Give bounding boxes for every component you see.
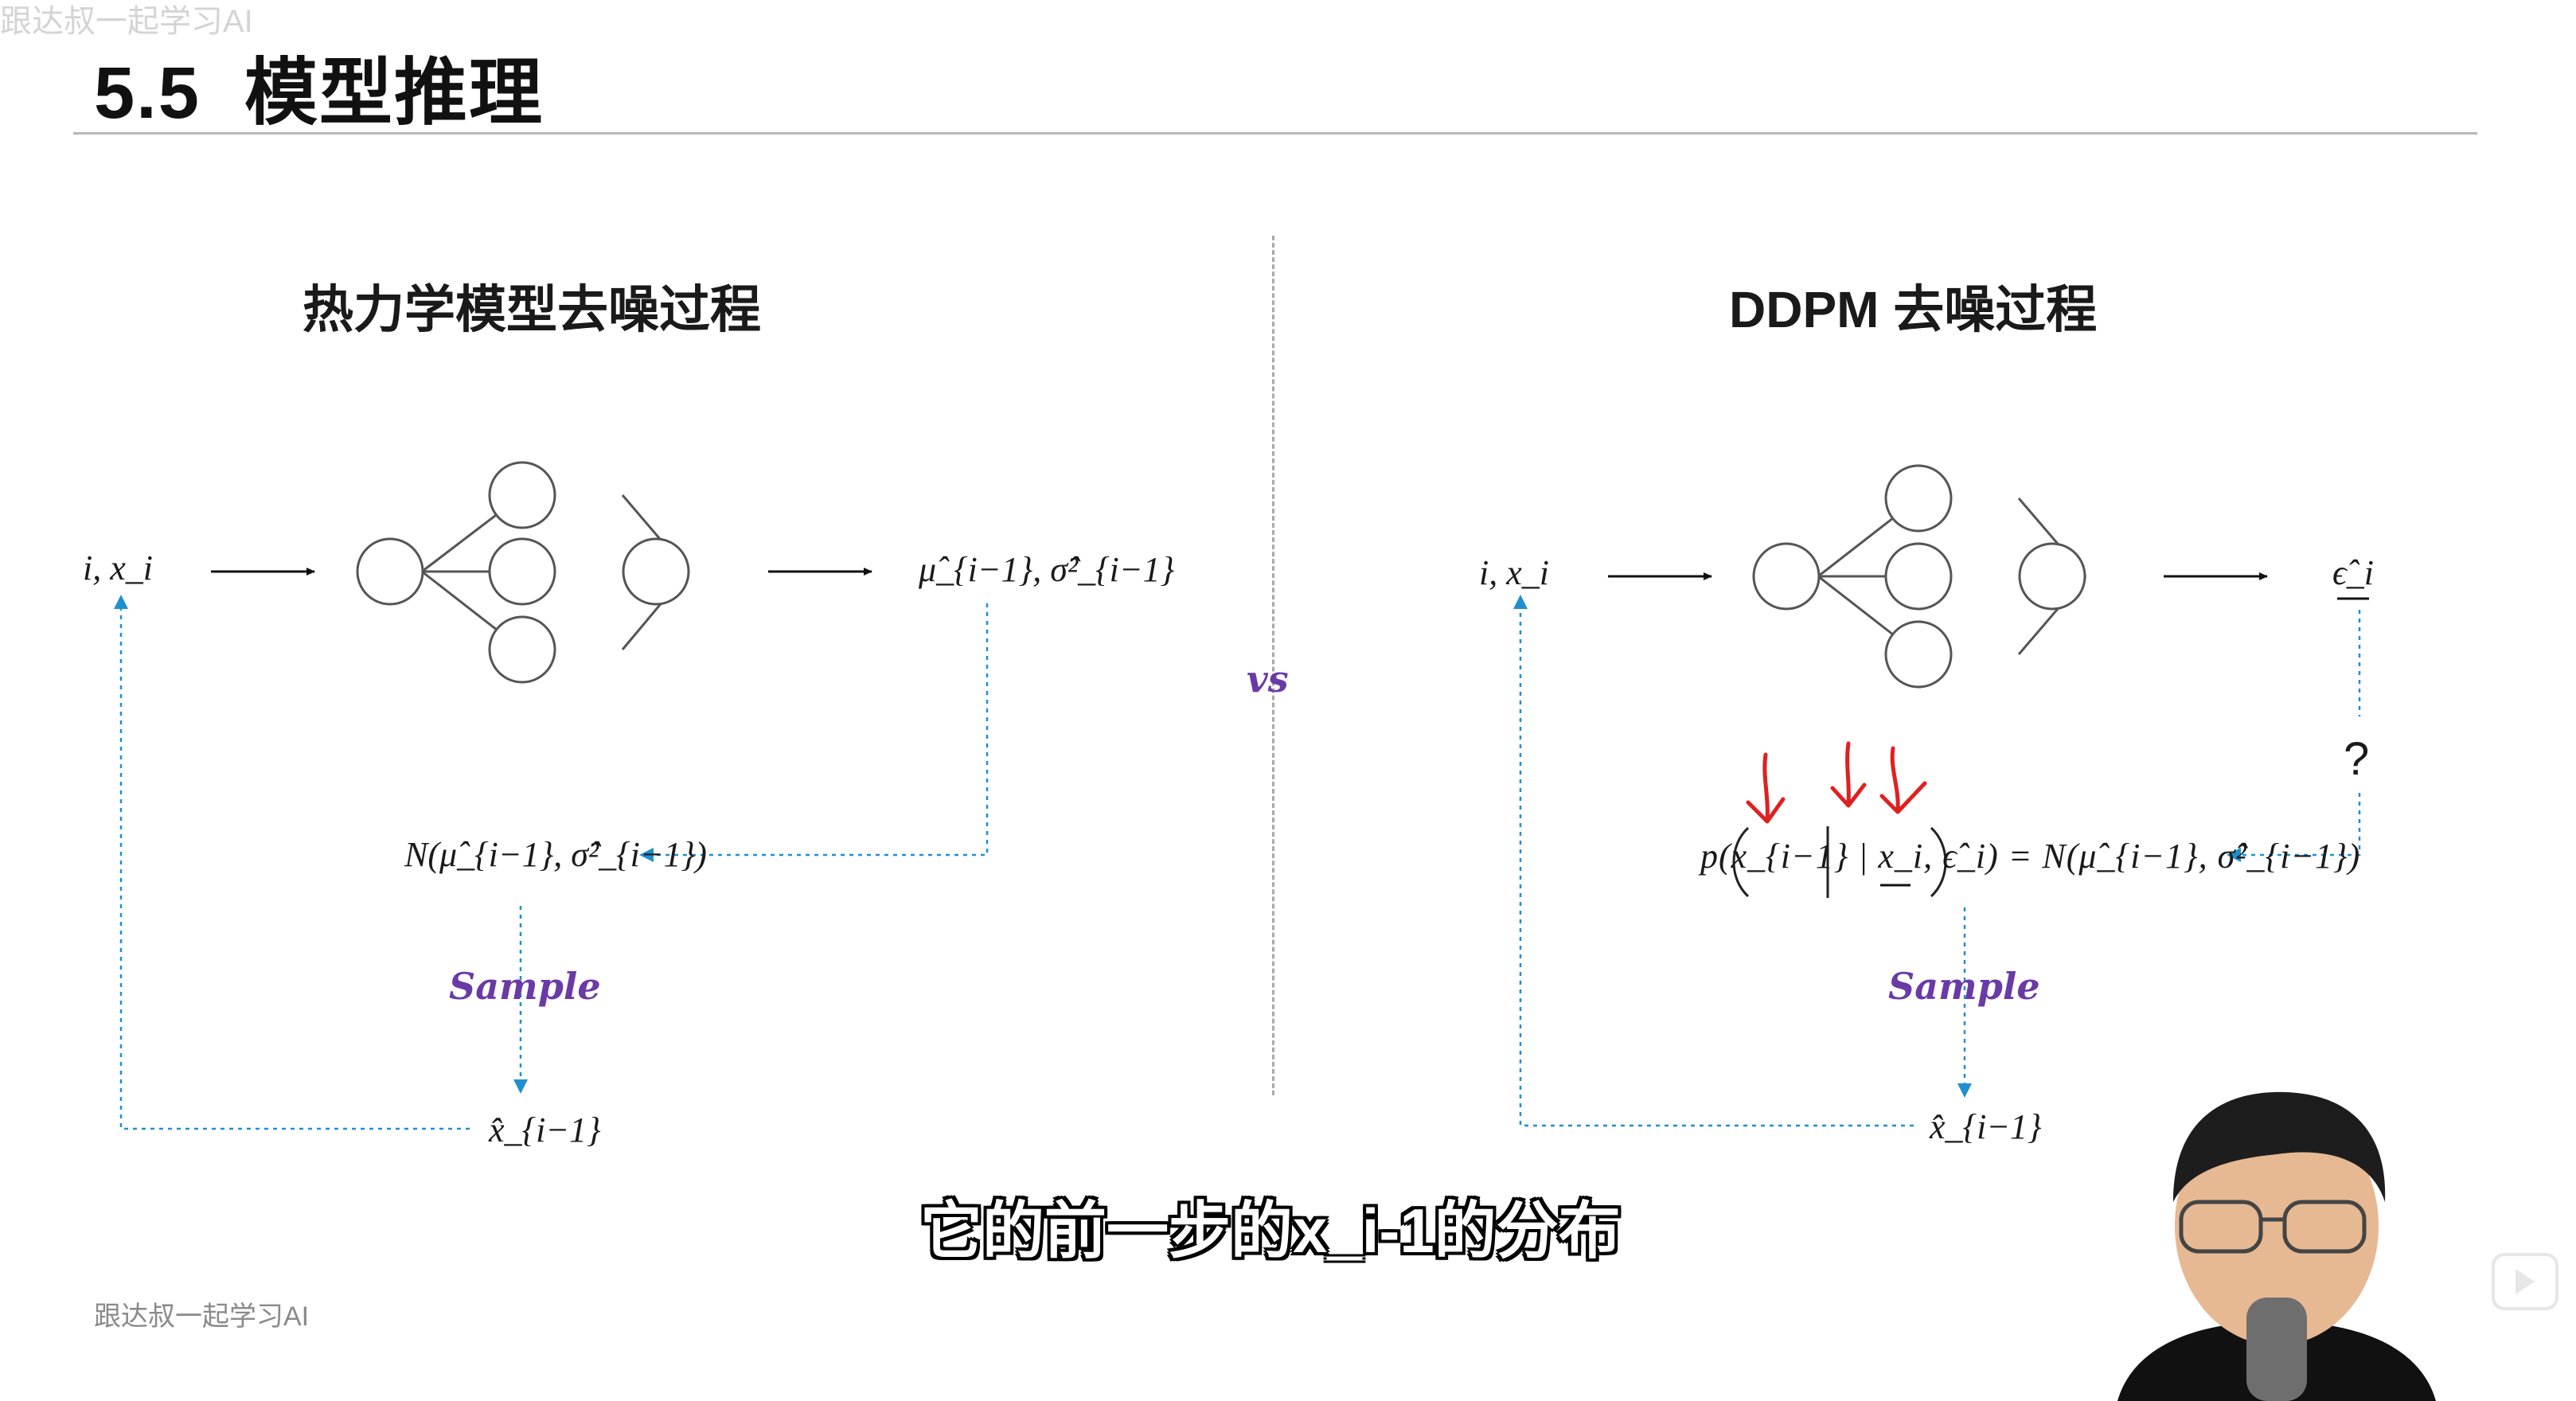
right-formula-text: p(x_{i−1} | x_i, ϵ̂_i) = N(μ̂_{i−1}, σ̂²…: [1700, 837, 2361, 876]
left-output-label: μ̂_{i−1}, σ̂²_{i−1}: [919, 549, 1174, 590]
right-formula: p(x_{i−1} | x_i, ϵ̂_i) = N(μ̂_{i−1}, σ̂²…: [1700, 836, 2360, 876]
left-neural-network: [356, 461, 690, 684]
left-sampled-text: x̂_{i−1}: [489, 1110, 601, 1149]
left-distribution-label: N(μ̂_{i−1}, σ̂²_{i−1}): [404, 834, 707, 875]
right-sampled-label: x̂_{i−1}: [1930, 1106, 2042, 1147]
left-sample-label: Sample: [449, 965, 601, 1008]
question-mark: ?: [2344, 733, 2370, 785]
left-input-text: i, x_i: [83, 548, 153, 587]
left-output-text: μ̂_{i−1}, σ̂²_{i−1}: [919, 550, 1175, 589]
left-sampled-label: x̂_{i−1}: [489, 1110, 601, 1150]
right-input-text: i, x_i: [1479, 553, 1549, 592]
right-neural-network: [1752, 464, 2087, 689]
play-icon: [2492, 1253, 2558, 1310]
left-distribution-text: N(μ̂_{i−1}, σ̂²_{i−1}): [404, 835, 707, 874]
red-annotation-arrows: [1746, 741, 1927, 824]
video-subtitle: 它的前一步的x_i-1的分布: [920, 1196, 1621, 1266]
right-sample-label: Sample: [1888, 965, 2040, 1008]
right-output-text: ϵ̂_i: [2332, 553, 2374, 592]
left-input-label: i, x_i: [83, 548, 153, 588]
right-input-label: i, x_i: [1479, 552, 1549, 593]
right-output-label: ϵ̂_i: [2332, 552, 2374, 593]
right-sampled-text: x̂_{i−1}: [1930, 1107, 2042, 1146]
presenter-video: [2070, 1083, 2484, 1401]
footer-brand: 跟达叔一起学习AI: [94, 1301, 310, 1332]
